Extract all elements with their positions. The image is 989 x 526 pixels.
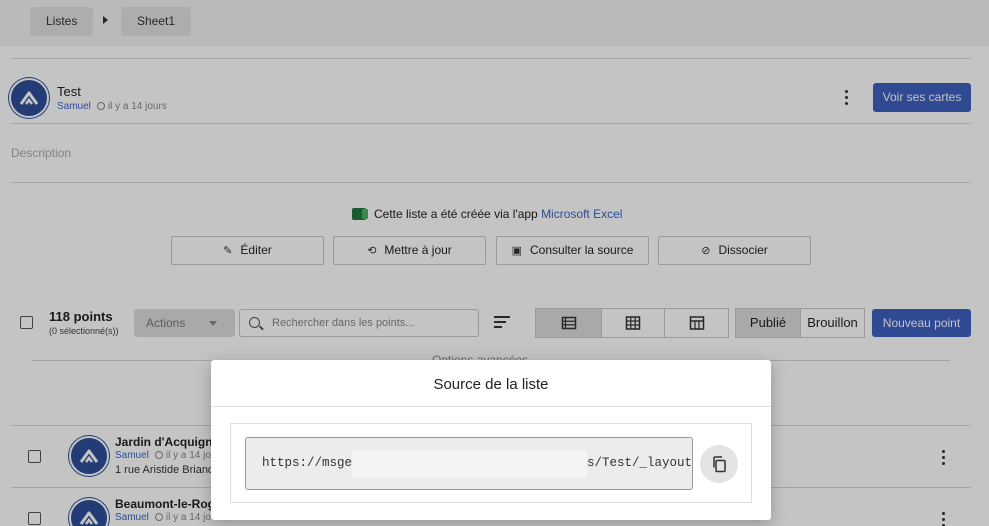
copy-icon [713, 456, 726, 473]
source-url-field[interactable]: https://msge s/Test/_layouts/15/Doc.aspx [245, 437, 693, 490]
source-url-start: https://msge [262, 456, 353, 470]
modal-title: Source de la liste [433, 376, 549, 393]
modal-body: https://msge s/Test/_layouts/15/Doc.aspx [230, 423, 752, 503]
source-modal: Source de la liste https://msge s/Test/_… [211, 360, 771, 520]
divider [211, 406, 771, 407]
source-url-end: s/Test/_layouts/15/Doc.aspx [587, 456, 693, 470]
redacted-region [352, 450, 587, 478]
copy-url-button[interactable] [700, 445, 738, 483]
